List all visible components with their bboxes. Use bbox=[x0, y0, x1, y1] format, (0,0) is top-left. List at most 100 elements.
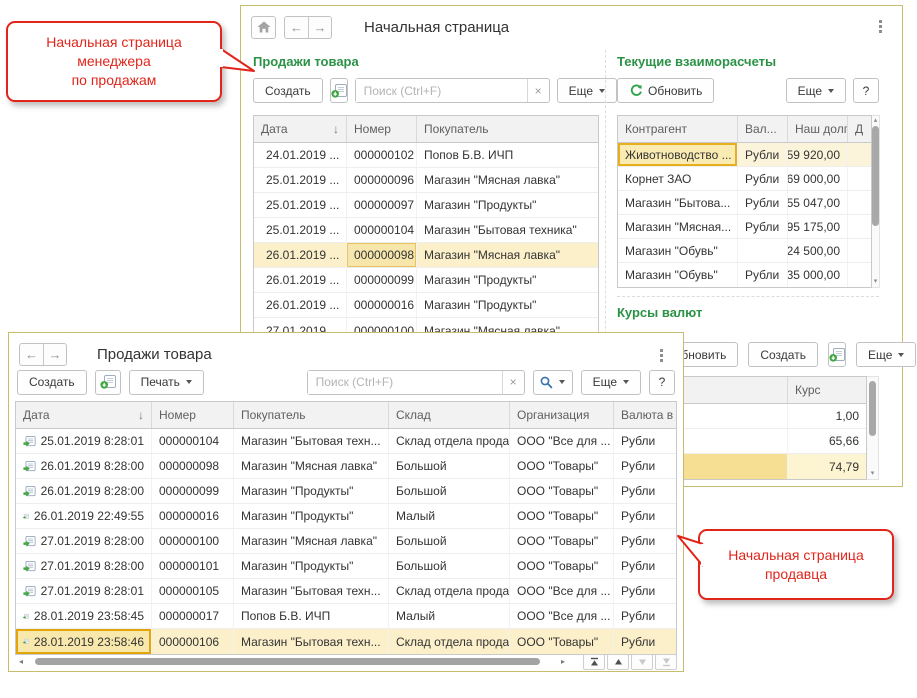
cell-rate[interactable]: 65,66 bbox=[788, 429, 866, 453]
create-by-copy-button[interactable] bbox=[828, 342, 846, 367]
cell-buyer[interactable]: Магазин "Бытовая техн... bbox=[234, 629, 389, 654]
cell-warehouse[interactable]: Большой bbox=[389, 529, 510, 553]
table-row[interactable]: Корнет ЗАО Рубли 269 000,00 bbox=[618, 167, 871, 191]
cell-date-active[interactable]: 28.01.2019 23:58:46 bbox=[16, 629, 152, 654]
more-button[interactable]: Еще bbox=[557, 78, 617, 103]
cell-number[interactable]: 000000096 bbox=[347, 168, 417, 192]
cell-warehouse[interactable]: Малый bbox=[389, 604, 510, 628]
cell-date[interactable]: 26.01.2019 8:28:00 bbox=[16, 454, 152, 478]
table-row[interactable]: 27.01.2019 8:28:00 000000101 Магазин "Пр… bbox=[16, 554, 676, 579]
table-row[interactable]: 27.01.2019 8:28:01 000000105 Магазин "Бы… bbox=[16, 579, 676, 604]
go-up-button[interactable] bbox=[607, 654, 629, 670]
cell-date[interactable]: 25.01.2019 ... bbox=[254, 168, 347, 192]
column-header-currency[interactable]: Валюта в bbox=[614, 402, 676, 428]
column-header-currency[interactable]: Вал... bbox=[738, 116, 788, 142]
help-button[interactable]: ? bbox=[649, 370, 675, 395]
cell-organization[interactable]: ООО "Товары" bbox=[510, 554, 614, 578]
table-row[interactable]: 26.01.2019 ... 000000016 Магазин "Продук… bbox=[254, 293, 598, 318]
cell-date[interactable]: 27.01.2019 8:28:00 bbox=[16, 554, 152, 578]
horizontal-scrollbar[interactable]: ◂ ▸ bbox=[15, 654, 677, 669]
cell-contractor[interactable]: Корнет ЗАО bbox=[618, 167, 738, 190]
cell-warehouse[interactable]: Малый bbox=[389, 504, 510, 528]
create-by-copy-button[interactable] bbox=[330, 78, 348, 103]
refresh-button[interactable]: Обновить bbox=[617, 78, 714, 103]
column-header-number[interactable]: Номер bbox=[152, 402, 234, 428]
cell-number[interactable]: 000000017 bbox=[152, 604, 234, 628]
table-row[interactable]: 27.01.2019 8:28:00 000000100 Магазин "Мя… bbox=[16, 529, 676, 554]
table-row[interactable]: 25.01.2019 ... 000000097 Магазин "Продук… bbox=[254, 193, 598, 218]
table-row[interactable]: Магазин "Обувь" 24 500,00 bbox=[618, 239, 871, 263]
cell-clipped[interactable] bbox=[848, 263, 871, 287]
cell-number[interactable]: 000000100 bbox=[152, 529, 234, 553]
cell-number[interactable]: 000000105 bbox=[152, 579, 234, 603]
table-row[interactable]: Магазин "Мясная... Рубли 95 175,00 bbox=[618, 215, 871, 239]
cell-number[interactable]: 000000106 bbox=[152, 629, 234, 654]
cell-number[interactable]: 000000016 bbox=[152, 504, 234, 528]
home-button[interactable] bbox=[251, 16, 276, 39]
cell-buyer[interactable]: Магазин "Продукты" bbox=[417, 193, 598, 217]
cell-warehouse[interactable]: Склад отдела продаж bbox=[389, 429, 510, 453]
cell-contractor[interactable]: Магазин "Мясная... bbox=[618, 215, 738, 238]
cell-currency[interactable] bbox=[738, 239, 788, 262]
cell-number[interactable]: 000000102 bbox=[347, 143, 417, 167]
create-button[interactable]: Создать bbox=[253, 78, 323, 103]
cell-contractor[interactable]: Магазин "Обувь" bbox=[618, 239, 738, 262]
cell-currency[interactable]: Рубли bbox=[614, 529, 676, 553]
cell-date[interactable]: 26.01.2019 ... bbox=[254, 243, 347, 267]
cell-currency[interactable]: Рубли bbox=[614, 629, 676, 654]
cell-number[interactable]: 000000016 bbox=[347, 293, 417, 317]
cell-currency[interactable]: Рубли bbox=[614, 579, 676, 603]
search-input[interactable] bbox=[308, 371, 502, 394]
cell-buyer[interactable]: Магазин "Мясная лавка" bbox=[417, 168, 598, 192]
scroll-up-icon[interactable]: ▴ bbox=[874, 116, 878, 126]
back-button[interactable]: ← bbox=[20, 344, 43, 365]
cell-number[interactable]: 000000099 bbox=[347, 268, 417, 292]
cell-number[interactable]: 000000099 bbox=[152, 479, 234, 503]
cell-date[interactable]: 28.01.2019 23:58:45 bbox=[16, 604, 152, 628]
cell-buyer[interactable]: Магазин "Продукты" bbox=[417, 293, 598, 317]
cell-clipped[interactable] bbox=[848, 167, 871, 190]
forward-button[interactable]: → bbox=[308, 17, 331, 38]
search-options-button[interactable] bbox=[533, 370, 573, 395]
cell-organization[interactable]: ООО "Товары" bbox=[510, 529, 614, 553]
search-input[interactable] bbox=[356, 79, 527, 102]
cell-warehouse[interactable]: Большой bbox=[389, 479, 510, 503]
column-header-number[interactable]: Номер bbox=[347, 116, 417, 142]
window-menu-kebab-icon[interactable] bbox=[875, 16, 886, 37]
scroll-down-icon[interactable]: ▾ bbox=[871, 469, 875, 479]
cell-buyer[interactable]: Магазин "Бытовая техн... bbox=[234, 429, 389, 453]
cell-organization[interactable]: ООО "Все для ... bbox=[510, 579, 614, 603]
go-to-first-button[interactable] bbox=[583, 654, 605, 670]
cell-warehouse[interactable]: Склад отдела продаж bbox=[389, 629, 510, 654]
table-row[interactable]: 24.01.2019 ... 000000102 Попов Б.В. ИЧП bbox=[254, 143, 598, 168]
cell-clipped[interactable] bbox=[848, 215, 871, 238]
cell-organization[interactable]: ООО "Все для ... bbox=[510, 429, 614, 453]
forward-button[interactable]: → bbox=[43, 344, 66, 365]
scroll-left-icon[interactable]: ◂ bbox=[15, 657, 27, 666]
clear-search-icon[interactable]: × bbox=[527, 79, 549, 102]
cell-buyer[interactable]: Магазин "Продукты" bbox=[234, 479, 389, 503]
cell-organization[interactable]: ООО "Товары" bbox=[510, 479, 614, 503]
vertical-scrollbar[interactable]: ▾ bbox=[867, 376, 879, 480]
cell-currency[interactable]: Рубли bbox=[614, 429, 676, 453]
scroll-right-icon[interactable]: ▸ bbox=[557, 657, 569, 666]
table-row[interactable]: 25.01.2019 8:28:01 000000104 Магазин "Бы… bbox=[16, 429, 676, 454]
cell-organization[interactable]: ООО "Все для ... bbox=[510, 604, 614, 628]
cell-currency[interactable]: Рубли bbox=[738, 263, 788, 287]
table-row[interactable]: 26.01.2019 8:28:00 000000099 Магазин "Пр… bbox=[16, 479, 676, 504]
cell-buyer[interactable]: Магазин "Продукты" bbox=[234, 554, 389, 578]
cell-rate[interactable]: 74,79 bbox=[788, 454, 866, 479]
cell-date[interactable]: 25.01.2019 8:28:01 bbox=[16, 429, 152, 453]
cell-currency[interactable]: Рубли bbox=[614, 479, 676, 503]
column-header-buyer[interactable]: Покупатель bbox=[234, 402, 389, 428]
table-row[interactable]: 26.01.2019 ... 000000099 Магазин "Продук… bbox=[254, 268, 598, 293]
create-by-copy-button[interactable] bbox=[95, 370, 121, 395]
cell-currency[interactable]: Рубли bbox=[614, 554, 676, 578]
column-header-date[interactable]: Дата↓ bbox=[16, 402, 152, 428]
table-row-selected[interactable]: Животноводство ... Рубли 159 920,00 bbox=[618, 143, 871, 167]
table-row[interactable]: 28.01.2019 23:58:45 000000017 Попов Б.В.… bbox=[16, 604, 676, 629]
cell-number[interactable]: 000000098 bbox=[152, 454, 234, 478]
back-button[interactable]: ← bbox=[285, 17, 308, 38]
create-button[interactable]: Создать bbox=[17, 370, 87, 395]
cell-currency[interactable]: Рубли bbox=[738, 215, 788, 238]
